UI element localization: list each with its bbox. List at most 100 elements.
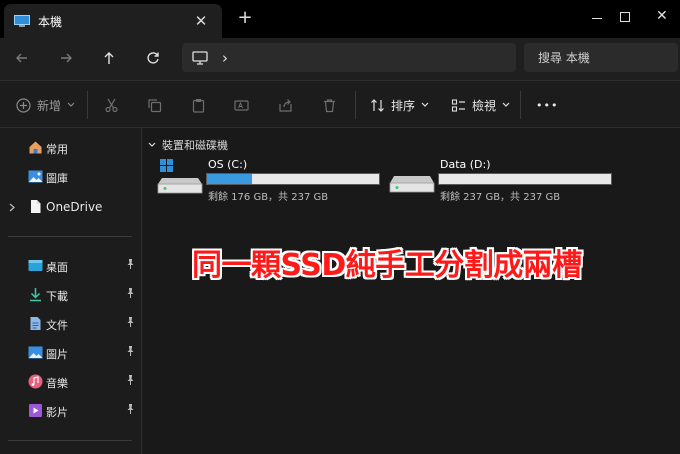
sidebar-item-onedrive[interactable]: OneDrive <box>0 195 142 219</box>
trash-icon <box>324 98 335 112</box>
sidebar-item-downloads[interactable]: 下載 <box>0 283 142 307</box>
back-button[interactable] <box>10 46 34 70</box>
plus-circle-icon <box>16 97 31 113</box>
paste-button[interactable] <box>191 95 206 115</box>
sidebar-divider <box>8 236 132 237</box>
more-options-button[interactable]: ••• <box>536 95 558 115</box>
share-icon <box>279 98 292 112</box>
pin-icon[interactable] <box>126 259 135 272</box>
sidebar-item-gallery[interactable]: 圖庫 <box>0 165 142 189</box>
divider <box>87 91 88 119</box>
view-button[interactable]: 檢視 <box>451 95 510 115</box>
chevron-right-icon <box>9 203 15 212</box>
sidebar-item-label: 常用 <box>46 143 68 156</box>
delete-button[interactable] <box>322 95 337 115</box>
sidebar-item-label: 下載 <box>46 290 68 303</box>
drive-icon <box>389 176 435 193</box>
videos-icon <box>29 404 42 417</box>
sidebar-item-videos[interactable]: 影片 <box>0 399 142 423</box>
breadcrumb-chevron-icon[interactable]: › <box>222 49 228 67</box>
arrow-right-icon <box>61 53 72 63</box>
tab-title: 本機 <box>38 14 63 29</box>
sidebar-item-pictures[interactable]: 圖片 <box>0 341 142 365</box>
up-button[interactable] <box>97 46 121 70</box>
refresh-icon <box>147 52 159 64</box>
arrow-up-icon <box>104 52 114 64</box>
tab-close-icon[interactable]: ✕ <box>192 12 210 30</box>
system-drive-icon <box>157 159 203 194</box>
music-icon <box>28 374 43 389</box>
search-input[interactable]: 搜尋 本機 <box>524 43 678 72</box>
this-pc-icon <box>14 15 30 27</box>
copy-button[interactable] <box>147 95 162 115</box>
navigation-pane: 常用 圖庫 OneDrive 桌面 下載 文件 圖片 音樂 影片 <box>0 128 142 454</box>
group-header-devices[interactable]: 裝置和磁碟機 <box>148 137 228 153</box>
pictures-icon <box>28 346 43 359</box>
address-bar[interactable]: › <box>182 43 516 72</box>
forward-button[interactable] <box>54 46 78 70</box>
drive-tile-d[interactable]: Data (D:) 剩餘 237 GB，共 237 GB <box>374 156 612 206</box>
close-window-button[interactable]: ✕ <box>656 8 668 24</box>
divider <box>520 91 521 119</box>
sidebar-item-label: 圖片 <box>46 348 68 361</box>
rename-icon <box>234 99 249 111</box>
drive-usage-bar <box>206 173 380 185</box>
new-button[interactable]: 新增 <box>16 95 75 115</box>
sidebar-divider <box>8 440 132 441</box>
sort-label: 排序 <box>391 98 416 113</box>
maximize-button[interactable] <box>620 12 630 22</box>
drive-name: Data (D:) <box>440 158 491 171</box>
rename-button[interactable] <box>234 95 249 115</box>
view-label: 檢視 <box>472 98 497 113</box>
group-header-label: 裝置和磁碟機 <box>162 139 228 152</box>
scissors-icon <box>105 98 118 112</box>
refresh-button[interactable] <box>141 46 165 70</box>
onedrive-icon <box>31 200 41 213</box>
pin-icon[interactable] <box>126 288 135 301</box>
desktop-icon <box>28 260 43 271</box>
sidebar-item-label: 音樂 <box>46 377 68 390</box>
drive-tile-c[interactable]: OS (C:) 剩餘 176 GB，共 237 GB <box>142 156 380 206</box>
pin-icon[interactable] <box>126 375 135 388</box>
sidebar-item-music[interactable]: 音樂 <box>0 370 142 394</box>
documents-icon <box>30 317 41 330</box>
caption-overlay: 同一顆SSD純手工分割成兩槽 <box>192 248 582 283</box>
pin-icon[interactable] <box>126 317 135 330</box>
sidebar-item-documents[interactable]: 文件 <box>0 312 142 336</box>
chevron-down-icon <box>421 102 429 107</box>
search-placeholder: 搜尋 本機 <box>538 51 590 65</box>
command-bar: 新增 排序 檢視 ••• <box>0 80 680 128</box>
arrow-left-icon <box>16 53 27 63</box>
clipboard-icon <box>192 98 205 113</box>
chevron-down-icon <box>148 142 156 147</box>
sort-button[interactable]: 排序 <box>370 95 429 115</box>
drive-usage-fill <box>207 174 252 184</box>
minimize-button[interactable] <box>592 18 602 19</box>
share-button[interactable] <box>278 95 293 115</box>
sidebar-item-label: OneDrive <box>46 200 103 214</box>
address-row: › 搜尋 本機 <box>0 38 680 80</box>
sidebar-item-home[interactable]: 常用 <box>0 136 142 160</box>
title-bar: 本機 ✕ + ✕ <box>0 0 680 38</box>
content-area: 裝置和磁碟機 OS (C:) 剩餘 176 GB，共 237 GB Data (… <box>142 128 680 454</box>
pin-icon[interactable] <box>126 404 135 417</box>
home-icon <box>29 141 42 154</box>
chevron-down-icon <box>502 102 510 107</box>
cut-button[interactable] <box>104 95 119 115</box>
sidebar-item-label: 文件 <box>46 319 68 332</box>
tab-this-pc[interactable]: 本機 ✕ <box>4 4 222 38</box>
sidebar-item-desktop[interactable]: 桌面 <box>0 254 142 278</box>
new-label: 新增 <box>37 98 62 113</box>
download-icon <box>30 288 41 302</box>
pin-icon[interactable] <box>126 346 135 359</box>
gallery-icon <box>28 170 43 183</box>
sidebar-item-label: 圖庫 <box>46 172 68 185</box>
divider <box>355 91 356 119</box>
view-icon <box>451 98 465 112</box>
drive-name: OS (C:) <box>208 158 248 171</box>
sidebar-item-label: 影片 <box>46 406 68 419</box>
computer-icon <box>192 50 208 65</box>
new-tab-button[interactable]: + <box>236 9 254 27</box>
sort-icon <box>371 98 384 112</box>
drive-space-info: 剩餘 176 GB，共 237 GB <box>208 192 329 203</box>
